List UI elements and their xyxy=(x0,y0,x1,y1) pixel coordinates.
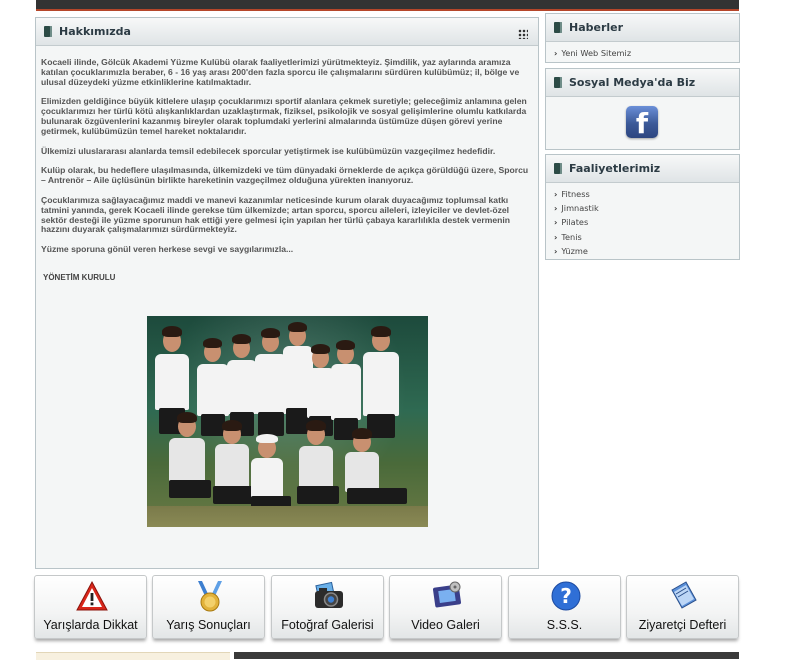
book-icon xyxy=(554,163,562,174)
news-item[interactable]: Yeni Web Sitemiz xyxy=(554,46,739,60)
activities-list: Fitness Jimnastik Pilates Tenis Yüzme xyxy=(546,183,739,258)
activity-item-tenis[interactable]: Tenis xyxy=(554,230,739,244)
activity-item-pilates[interactable]: Pilates xyxy=(554,215,739,229)
book-icon xyxy=(554,77,562,88)
social-title: Sosyal Medya'da Biz xyxy=(569,76,696,89)
signature: YÖNETİM KURULU xyxy=(43,272,116,282)
film-icon xyxy=(432,581,462,608)
activities-panel-header: Faaliyetlerimiz xyxy=(546,155,739,183)
race-results-button[interactable]: Yarış Sonuçları xyxy=(152,575,265,639)
about-panel-header: Hakkımızda xyxy=(36,18,538,46)
activities-panel: Faaliyetlerimiz Fitness Jimnastik Pilate… xyxy=(545,154,740,260)
footer-right-bar xyxy=(234,652,739,659)
social-panel-header: Sosyal Medya'da Biz xyxy=(546,69,739,97)
news-title: Haberler xyxy=(569,21,624,34)
medal-icon xyxy=(198,581,222,612)
video-gallery-label: Video Galeri xyxy=(411,618,480,632)
race-warnings-button[interactable]: Yarışlarda Dikkat xyxy=(34,575,147,639)
activity-item-jimnastik[interactable]: Jimnastik xyxy=(554,201,739,215)
book-icon xyxy=(554,22,562,33)
faq-button[interactable]: ? S.S.S. xyxy=(508,575,621,639)
race-warnings-label: Yarışlarda Dikkat xyxy=(43,618,138,632)
camera-icon xyxy=(315,581,343,608)
facebook-icon[interactable]: f xyxy=(626,106,658,138)
faq-label: S.S.S. xyxy=(546,618,583,632)
about-paragraph: Yüzme sporuna gönül veren herkese sevgi … xyxy=(41,244,294,255)
grid-menu-icon[interactable] xyxy=(518,29,528,39)
about-content: Kocaeli ilinde, Gölcük Akademi Yüzme Kul… xyxy=(36,46,538,283)
photo-gallery-label: Fotoğraf Galerisi xyxy=(281,618,374,632)
about-paragraph: Kulüp olarak, bu hedeflere ulaşılmasında… xyxy=(41,165,529,186)
about-title: Hakkımızda xyxy=(59,25,131,38)
social-panel: Sosyal Medya'da Biz f xyxy=(545,68,740,150)
about-panel: Hakkımızda Kocaeli ilinde, Gölcük Akadem… xyxy=(35,17,539,569)
news-list: Yeni Web Sitemiz xyxy=(546,42,739,60)
about-paragraph: Ülkemizi uluslararası alanlarda temsil e… xyxy=(41,145,496,156)
guestbook-icon xyxy=(671,581,697,609)
quick-links: Yarışlarda Dikkat Yarış Sonuçları Fotoğr… xyxy=(34,575,740,645)
activity-item-yuzme[interactable]: Yüzme xyxy=(554,244,739,258)
video-gallery-button[interactable]: Video Galeri xyxy=(389,575,502,639)
svg-text:?: ? xyxy=(560,584,572,608)
about-paragraph: Kocaeli ilinde, Gölcük Akademi Yüzme Kul… xyxy=(41,57,520,87)
photo-gallery-button[interactable]: Fotoğraf Galerisi xyxy=(271,575,384,639)
question-icon: ? xyxy=(551,581,581,611)
activity-item-fitness[interactable]: Fitness xyxy=(554,187,739,201)
about-paragraph: Elimizden geldiğince büyük kitlelere ula… xyxy=(41,96,527,136)
guestbook-button[interactable]: Ziyaretçi Defteri xyxy=(626,575,739,639)
news-panel: Haberler Yeni Web Sitemiz xyxy=(545,13,740,63)
team-photo xyxy=(147,316,428,527)
warning-icon xyxy=(76,580,108,611)
book-icon xyxy=(44,26,52,37)
activities-title: Faaliyetlerimiz xyxy=(569,162,661,175)
race-results-label: Yarış Sonuçları xyxy=(166,618,251,632)
top-bar xyxy=(36,0,739,11)
about-paragraph: Çocuklarımıza sağlayacağımız maddi ve ma… xyxy=(41,194,511,235)
guestbook-label: Ziyaretçi Defteri xyxy=(638,618,727,632)
news-panel-header: Haberler xyxy=(546,14,739,42)
